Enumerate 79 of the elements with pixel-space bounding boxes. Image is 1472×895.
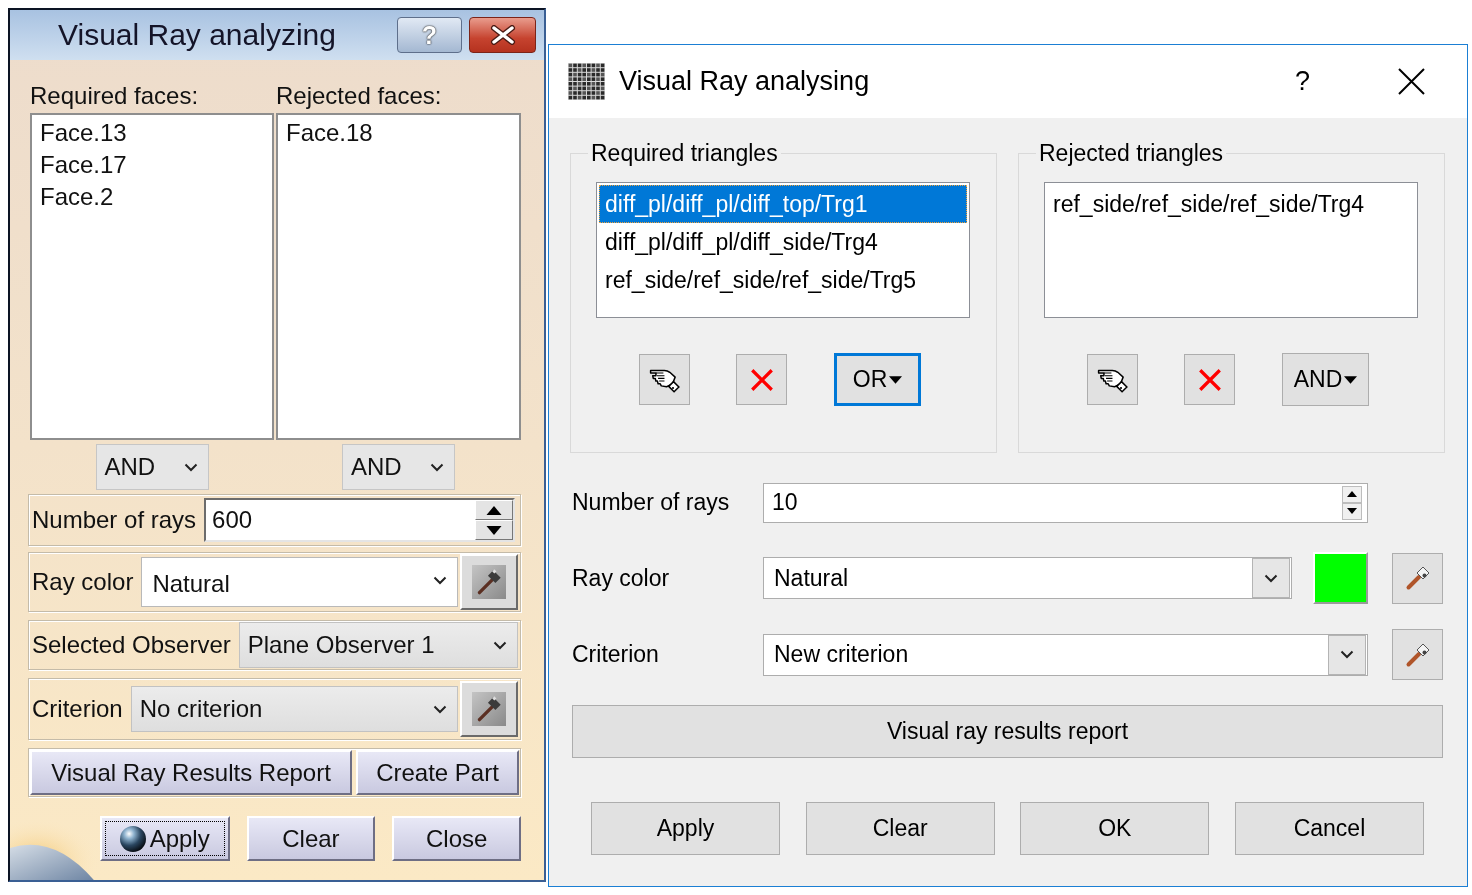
dropdown-field[interactable]: No criterion: [130, 686, 458, 732]
up-triangle-icon: [1347, 491, 1357, 497]
dropdown-arrow-button[interactable]: [1328, 634, 1366, 675]
select-button[interactable]: [1087, 354, 1138, 405]
dropdown-field[interactable]: Natural: [763, 557, 1292, 599]
list-item[interactable]: Face.2: [38, 181, 266, 213]
chevron-down-icon: [433, 704, 447, 714]
field-label: Selected Observer: [31, 630, 231, 660]
operator-dropdown[interactable]: AND: [342, 444, 455, 490]
help-button[interactable]: ?: [1290, 68, 1314, 95]
list-item[interactable]: diff_pl/diff_pl/diff_side/Trg4: [599, 223, 967, 261]
list-label: Rejected faces:: [276, 82, 443, 110]
report-button[interactable]: Visual ray results report: [572, 705, 1443, 758]
list-box[interactable]: diff_pl/diff_pl/diff_top/Trg1 diff_pl/diff_pl/diff_side/Trg4 ref_side/ref_side/ref_side/Trg5: [596, 182, 970, 318]
dialog-button[interactable]: Apply: [99, 816, 230, 861]
field-label: Criterion: [572, 640, 660, 670]
dropdown-field[interactable]: Plane Observer 1: [238, 622, 518, 668]
chevron-down-icon: [183, 462, 198, 472]
field-label: Ray color: [31, 567, 134, 597]
globe-icon: [119, 825, 146, 852]
hammer-icon: [472, 565, 506, 599]
action-button[interactable]: Create Part: [356, 750, 519, 795]
list-item[interactable]: Face.17: [38, 149, 266, 181]
dialog-button[interactable]: Close: [392, 816, 521, 861]
list-box[interactable]: ref_side/ref_side/ref_side/Trg4: [1044, 182, 1418, 318]
action-button[interactable]: Visual Ray Results Report: [30, 750, 352, 795]
dropdown-field[interactable]: New criterion: [763, 633, 1368, 676]
dialog-button[interactable]: Apply: [591, 802, 780, 855]
caret-icon: [889, 375, 903, 384]
window-title: Visual Ray analyzing: [58, 20, 336, 50]
list-box[interactable]: Face.13 Face.17 Face.2: [30, 113, 274, 440]
grid-icon: [568, 63, 605, 100]
list-item[interactable]: Face.18: [284, 117, 513, 149]
hammer-icon: [472, 692, 506, 726]
group-label: Required triangles: [588, 140, 781, 166]
list-item[interactable]: ref_side/ref_side/ref_side/Trg4: [1047, 185, 1415, 223]
select-button[interactable]: [639, 354, 690, 405]
close-icon: [488, 25, 517, 45]
operator-dropdown[interactable]: AND: [1282, 353, 1369, 406]
list-item[interactable]: Face.13: [38, 117, 266, 149]
operator-dropdown[interactable]: AND: [95, 444, 209, 490]
close-icon: [1398, 68, 1425, 95]
remove-button[interactable]: [736, 354, 787, 405]
chevron-down-icon: [1340, 650, 1354, 659]
close-button[interactable]: [1398, 68, 1425, 95]
spin-up-button[interactable]: [1342, 485, 1362, 503]
field-label: Number of rays: [572, 488, 731, 518]
field-label: Ray color: [572, 563, 671, 593]
caret-icon: [1344, 375, 1358, 384]
down-triangle-icon: [485, 525, 503, 535]
number-input[interactable]: 10: [763, 482, 1368, 523]
dialog-button[interactable]: OK: [1020, 802, 1210, 855]
chevron-down-icon: [430, 462, 444, 472]
group-label: Rejected triangles: [1036, 140, 1227, 166]
down-triangle-icon: [1347, 508, 1357, 514]
list-item[interactable]: diff_pl/diff_pl/diff_top/Trg1: [599, 185, 967, 223]
hammer-icon: [1404, 641, 1431, 668]
hammer-icon: [1404, 565, 1431, 591]
operator-dropdown[interactable]: OR: [834, 353, 921, 406]
chevron-down-icon: [433, 576, 447, 585]
list-label: Required faces:: [30, 82, 200, 110]
dialog-button[interactable]: Clear: [805, 802, 995, 855]
color-swatch-icon[interactable]: [1313, 552, 1368, 604]
cross-mark-icon: [748, 366, 775, 393]
list-box[interactable]: Face.18: [276, 113, 521, 440]
list-item[interactable]: ref_side/ref_side/ref_side/Trg5: [599, 261, 967, 299]
remove-button[interactable]: [1184, 354, 1235, 405]
field-label: Criterion: [31, 694, 123, 724]
window-title: Visual Ray analysing: [619, 65, 870, 99]
dropdown-arrow-button[interactable]: [1252, 558, 1290, 598]
chevron-down-icon: [493, 640, 507, 650]
chevron-down-icon: [1264, 573, 1278, 583]
dialog-button[interactable]: Cancel: [1234, 802, 1424, 855]
cross-mark-icon: [1196, 366, 1223, 393]
dialog-button[interactable]: Clear: [246, 816, 376, 861]
up-triangle-icon: [485, 505, 503, 515]
field-label: Number of rays: [31, 505, 197, 535]
close-button[interactable]: [469, 17, 536, 53]
dropdown-field[interactable]: Natural: [141, 557, 458, 607]
